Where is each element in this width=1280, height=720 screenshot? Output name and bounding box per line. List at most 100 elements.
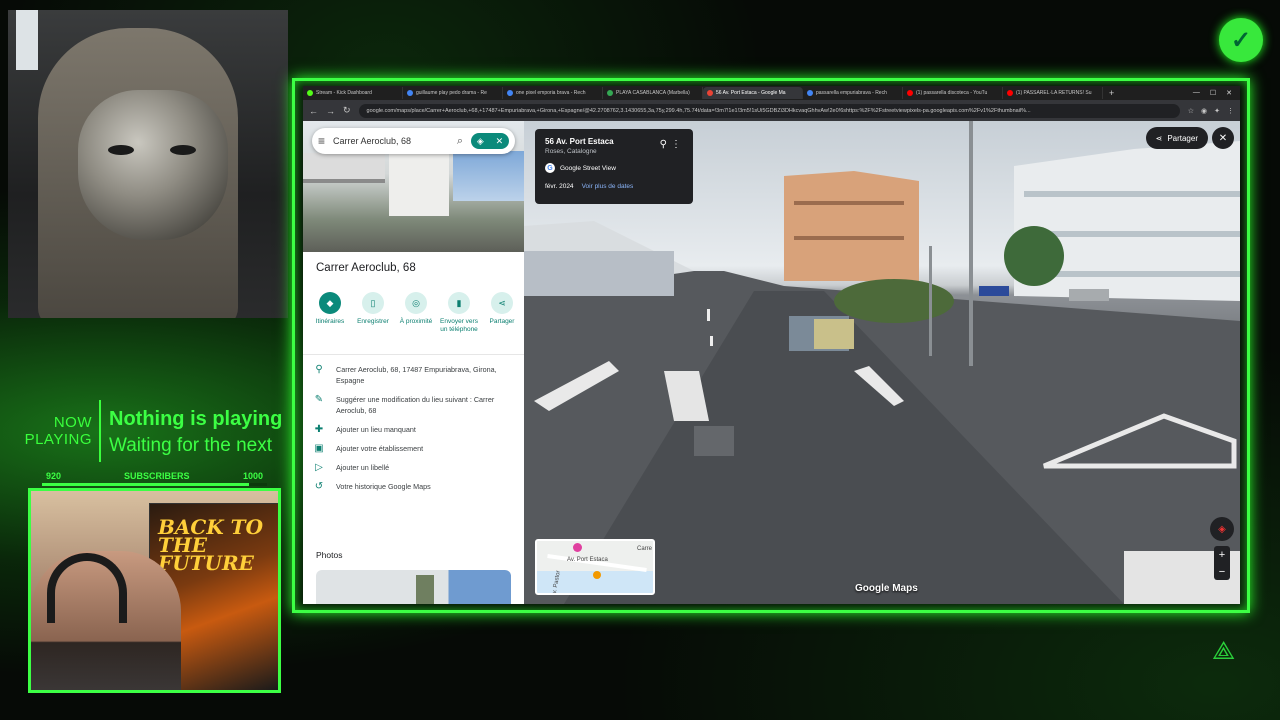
minimap-side-label: Av. Pastor bbox=[551, 570, 562, 595]
search-icon[interactable]: ⌕ bbox=[457, 135, 463, 148]
info-row[interactable]: ↺ Votre historique Google Maps bbox=[313, 481, 518, 492]
tab-label: (1) PASSAREL·LA RETURNS! Su bbox=[1016, 90, 1092, 96]
minimap-poi-icon bbox=[573, 543, 582, 552]
extensions: ☆ ◉ ✦ ⋮ bbox=[1188, 107, 1234, 115]
info-row[interactable]: ✎ Suggérer une modification du lieu suiva… bbox=[313, 394, 518, 416]
action-phone[interactable]: ▮ Envoyer vers un téléphone bbox=[440, 292, 478, 334]
info-row[interactable]: ⚲ Carrer Aeroclub, 68, 17487 Empuriabrava… bbox=[313, 364, 518, 386]
browser-tab[interactable]: one pixel emporia brava - Rech bbox=[503, 87, 603, 99]
silver-mask bbox=[78, 90, 228, 240]
search-input[interactable]: Carrer Aeroclub, 68 bbox=[333, 136, 449, 146]
photo-thumbnail[interactable] bbox=[316, 570, 511, 604]
close-window-icon[interactable]: ✕ bbox=[1226, 89, 1232, 97]
browser-tab[interactable]: guillaume play pedo drama - Re bbox=[403, 87, 503, 99]
info-row[interactable]: ▷ Ajouter un libellé bbox=[313, 462, 518, 473]
menu-dots-icon[interactable]: ⋮ bbox=[1227, 107, 1234, 115]
back-icon[interactable]: ← bbox=[309, 106, 318, 116]
close-street-view-button[interactable]: ✕ bbox=[1212, 127, 1234, 149]
puzzle-icon[interactable]: ✦ bbox=[1214, 107, 1220, 115]
maps-search-box[interactable]: ≡ Carrer Aeroclub, 68 ⌕ ◈ ✕ bbox=[312, 128, 515, 154]
compass-icon[interactable]: ◈ bbox=[1210, 517, 1234, 541]
browser-tab[interactable]: passarella empuriabrava - Rech bbox=[803, 87, 903, 99]
tab-favicon-icon bbox=[907, 90, 913, 96]
tab-favicon-icon bbox=[807, 90, 813, 96]
info-text: Ajouter un libellé bbox=[336, 463, 390, 472]
subscriber-goal: 920 SUBSCRIBERS 1000 bbox=[42, 470, 267, 486]
browser-tab[interactable]: Stream - Kick Dashboard bbox=[303, 87, 403, 99]
now-playing-separator bbox=[99, 400, 101, 462]
maps-side-panel: ≡ Carrer Aeroclub, 68 ⌕ ◈ ✕ Carrer Aeroc… bbox=[303, 121, 524, 604]
action-share[interactable]: ⋖ Partager bbox=[483, 292, 521, 334]
new-tab-button[interactable]: + bbox=[1103, 88, 1120, 98]
nearby-icon: ◎ bbox=[405, 292, 427, 314]
zoom-out-icon[interactable]: − bbox=[1219, 566, 1225, 578]
place-actions: ◆ Itinéraires ▯ Enregistrer ◎ À proximité ▮ Env… bbox=[311, 292, 521, 334]
info-text: Carrer Aeroclub, 68, 17487 Empuriabrava,… bbox=[336, 365, 497, 385]
browser-tab[interactable]: 56 Av. Port Estaca - Google Ma bbox=[703, 87, 803, 99]
directions-icon[interactable]: ◈ bbox=[477, 136, 484, 147]
hamburger-menu-icon[interactable]: ≡ bbox=[318, 134, 325, 148]
history-icon: ↺ bbox=[314, 481, 324, 492]
street-view-info-card: 56 Av. Port Estaca Roses, Catalogne G Go… bbox=[535, 129, 693, 204]
window-controls: — ☐ ✕ bbox=[1193, 89, 1240, 97]
info-text: Votre historique Google Maps bbox=[336, 482, 431, 491]
photo-tree bbox=[416, 575, 434, 604]
action-label: À proximité bbox=[399, 318, 433, 325]
verified-check-icon: ✓ bbox=[1219, 18, 1263, 62]
browser-tab[interactable]: (1) PASSAREL·LA RETURNS! Su bbox=[1003, 87, 1103, 99]
see-more-dates-link[interactable]: Voir plus de dates bbox=[582, 183, 634, 190]
divider bbox=[303, 354, 524, 355]
tab-favicon-icon bbox=[1007, 90, 1013, 96]
sv-dates-row: févr. 2024 Voir plus de dates bbox=[545, 183, 683, 190]
action-nearby[interactable]: ◎ À proximité bbox=[397, 292, 435, 334]
minimize-icon[interactable]: — bbox=[1193, 89, 1200, 97]
tab-favicon-icon bbox=[407, 90, 413, 96]
minimap-road-label: Av. Port Estaca bbox=[567, 557, 608, 563]
place-title: Carrer Aeroclub, 68 bbox=[316, 262, 416, 274]
headphones bbox=[47, 553, 127, 623]
tab-label: passarella empuriabrava - Rech bbox=[816, 90, 887, 96]
tab-label: one pixel emporia brava - Rech bbox=[516, 90, 586, 96]
extension-icon[interactable]: ◉ bbox=[1201, 107, 1207, 115]
sv-provider-row: G Google Street View bbox=[545, 163, 683, 173]
stream-overlay: NOW PLAYING Nothing is playing Waiting f… bbox=[0, 0, 1280, 720]
directions-chip[interactable]: ◈ ✕ bbox=[471, 133, 509, 149]
info-row[interactable]: ✚ Ajouter un lieu manquant bbox=[313, 424, 518, 435]
now-playing-label: NOW PLAYING bbox=[24, 414, 92, 448]
bookmark-icon: ▯ bbox=[362, 292, 384, 314]
action-directions[interactable]: ◆ Itinéraires bbox=[311, 292, 349, 334]
tab-favicon-icon bbox=[307, 90, 313, 96]
tab-favicon-icon bbox=[707, 90, 713, 96]
corner-logo-icon: ⟁ bbox=[1212, 635, 1236, 665]
maximize-icon[interactable]: ☐ bbox=[1210, 89, 1216, 97]
poster-title: BACK TO THE FUTURE bbox=[158, 515, 263, 575]
background-sign bbox=[16, 10, 38, 70]
tab-favicon-icon bbox=[507, 90, 513, 96]
action-label: Partager bbox=[489, 318, 515, 325]
place-info-list: ⚲ Carrer Aeroclub, 68, 17487 Empuriabrava… bbox=[313, 364, 518, 500]
subs-goal: 1000 bbox=[243, 471, 264, 481]
street-view-canvas[interactable]: 56 Av. Port Estaca Roses, Catalogne G Go… bbox=[524, 121, 1240, 604]
webcam-top bbox=[8, 10, 288, 318]
mini-map[interactable]: Av. Port Estaca Av. Pastor Carre bbox=[535, 539, 655, 595]
forward-icon[interactable]: → bbox=[326, 106, 335, 116]
clear-search-icon[interactable]: ✕ bbox=[496, 136, 504, 147]
minimap-position-icon bbox=[593, 571, 601, 579]
label-icon: ▷ bbox=[315, 462, 323, 473]
subs-progress-fill bbox=[42, 483, 249, 486]
photos-heading: Photos bbox=[316, 550, 343, 560]
business-icon: ▣ bbox=[314, 443, 324, 454]
tab-label: (1) passarella discoteca - YouTu bbox=[916, 90, 988, 96]
browser-tab[interactable]: PLAYA CASABLANCA (Marbella) bbox=[603, 87, 703, 99]
url-field[interactable]: google.com/maps/place/Carrer+Aeroclub,+6… bbox=[358, 103, 1180, 118]
zoom-in-icon[interactable]: + bbox=[1219, 549, 1225, 561]
now-playing-widget: NOW PLAYING Nothing is playing Waiting f… bbox=[22, 398, 292, 468]
share-button[interactable]: ⋖ Partager bbox=[1145, 127, 1208, 149]
reload-icon[interactable]: ↻ bbox=[343, 105, 351, 116]
browser-tab[interactable]: (1) passarella discoteca - YouTu bbox=[903, 87, 1003, 99]
info-row[interactable]: ▣ Ajouter votre établissement bbox=[313, 443, 518, 454]
more-options-icon[interactable]: ⋮ bbox=[671, 139, 681, 150]
action-bookmark[interactable]: ▯ Enregistrer bbox=[354, 292, 392, 334]
location-pin-icon[interactable]: ⚲ bbox=[660, 139, 667, 150]
star-icon[interactable]: ☆ bbox=[1188, 107, 1194, 115]
